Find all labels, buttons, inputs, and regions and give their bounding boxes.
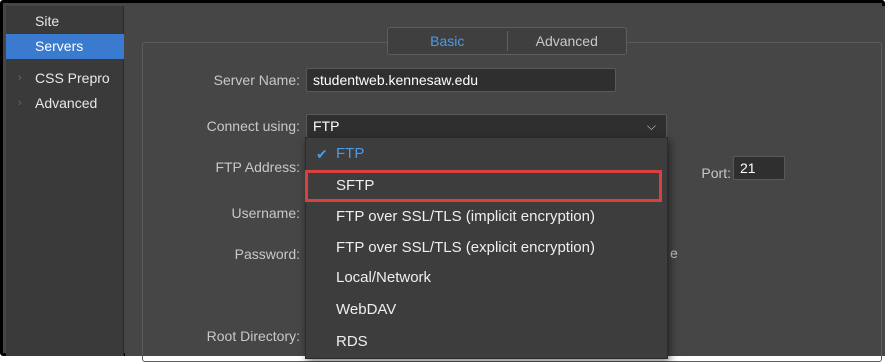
root-directory-label: Root Directory:	[206, 328, 300, 344]
tab-bar: Basic Advanced	[387, 27, 627, 55]
option-ftp-implicit[interactable]: FTP over SSL/TLS (implicit encryption)	[306, 202, 667, 232]
option-label: WebDAV	[336, 301, 397, 318]
ftp-address-label: FTP Address:	[215, 159, 300, 175]
sidebar-item-servers[interactable]: Servers	[6, 34, 124, 59]
save-checkbox-label-fragment: e	[670, 245, 678, 261]
sidebar-item-advanced[interactable]: › Advanced	[6, 91, 124, 116]
port-field[interactable]: 21	[733, 156, 785, 180]
option-label: FTP over SSL/TLS (explicit encryption)	[336, 239, 595, 256]
option-webdav[interactable]: WebDAV	[306, 295, 667, 325]
option-label: SFTP	[336, 177, 375, 194]
connect-using-value: FTP	[313, 118, 340, 134]
sidebar-item-site[interactable]: Site	[6, 9, 124, 34]
option-label: FTP over SSL/TLS (implicit encryption)	[336, 208, 595, 225]
sidebar-item-css-preprocessors[interactable]: › CSS Prepro	[6, 66, 124, 91]
option-rds[interactable]: RDS	[306, 327, 667, 357]
option-sftp[interactable]: SFTP	[306, 171, 667, 201]
checkmark-icon: ✔	[316, 146, 328, 162]
password-label: Password:	[234, 246, 300, 262]
option-ftp-explicit[interactable]: FTP over SSL/TLS (explicit encryption)	[306, 233, 667, 263]
connect-using-select[interactable]: FTP ⌵	[306, 114, 667, 138]
option-label: FTP	[336, 145, 365, 162]
sidebar: Site Servers › CSS Prepro › Advanced	[6, 6, 124, 356]
sidebar-item-label: Servers	[35, 38, 84, 54]
option-label: RDS	[336, 333, 368, 350]
chevron-down-icon: ⌵	[646, 119, 656, 133]
tab-basic[interactable]: Basic	[388, 28, 507, 54]
sidebar-item-label: Advanced	[35, 95, 98, 111]
server-name-label: Server Name:	[213, 72, 300, 88]
server-name-field[interactable]: studentweb.kennesaw.edu	[306, 68, 616, 92]
sidebar-item-label: Site	[35, 13, 60, 29]
username-label: Username:	[231, 205, 300, 221]
connect-using-dropdown: ✔ FTP SFTP FTP over SSL/TLS (implicit en…	[305, 137, 668, 359]
site-setup-dialog: Site Servers › CSS Prepro › Advanced Bas…	[0, 0, 885, 362]
option-local-network[interactable]: Local/Network	[306, 263, 667, 293]
tab-advanced[interactable]: Advanced	[508, 28, 627, 54]
connect-using-label: Connect using:	[206, 118, 300, 134]
option-label: Local/Network	[336, 269, 432, 286]
option-ftp[interactable]: ✔ FTP	[306, 139, 667, 169]
chevron-right-icon[interactable]: ›	[18, 66, 22, 91]
chevron-right-icon[interactable]: ›	[18, 91, 22, 116]
sidebar-item-label: CSS Prepro	[35, 70, 110, 86]
